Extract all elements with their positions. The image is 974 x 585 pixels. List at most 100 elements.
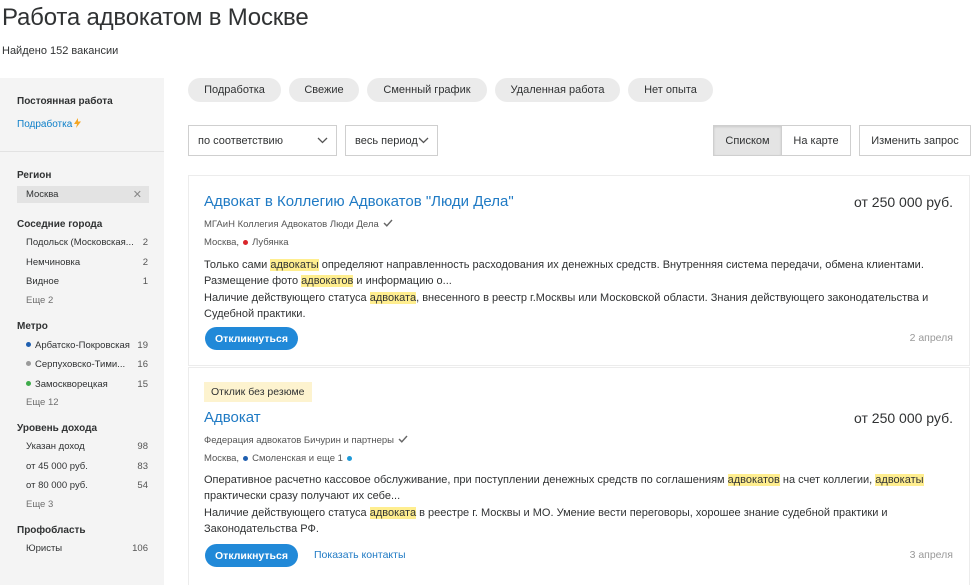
chip-no-experience[interactable]: Нет опыта [628,78,713,102]
nearby-item[interactable]: Видное 1 [17,272,148,292]
sidebar-filters: Постоянная работа Подработка Регион Моск… [0,78,164,585]
income-item-count: 83 [137,460,148,472]
view-map-button[interactable]: На карте [781,125,851,156]
desc-highlight: адвоката [369,291,417,304]
desc-text: Наличие действующего статуса [204,291,370,304]
employment-header: Постоянная работа [17,96,113,107]
desc-text: Размещение фото [204,275,302,288]
verified-check-icon [383,219,393,230]
parttime-link-label[interactable]: Подработка [17,119,72,130]
metro-line-dot [243,456,249,461]
employment-filter: Постоянная работа Подработка [0,78,164,151]
desc-text: Наличие действующего статуса [204,506,370,519]
change-query-button[interactable]: Изменить запрос [859,125,971,156]
metro-line-dot [26,361,31,367]
income-header: Уровень дохода [17,423,98,434]
vacancy-title-link[interactable]: Адвокат [204,409,261,426]
found-count: Найдено 152 вакансии [2,45,119,57]
show-contacts-link[interactable]: Показать контакты [314,549,406,561]
income-filter: Уровень дохода Указан доход 98 от 45 000 … [0,412,164,514]
vacancy-city: Москва, [204,237,240,248]
vacancy-metro-station: Лубянка [252,237,289,248]
income-item-label: от 45 000 руб. [26,460,88,472]
nearby-item-count: 2 [142,256,148,268]
metro-item-count: 19 [137,339,148,351]
metro-item[interactable]: Серпуховско-Тими... 16 [17,355,148,375]
vacancy-metro-station: Смоленская и еще 1 [252,453,343,464]
nearby-item[interactable]: Подольск (Московская... 2 [17,233,148,253]
metro-item[interactable]: Арбатско-Покровская 19 [17,336,148,356]
desc-text: Только сами [204,259,271,271]
chip-remote[interactable]: Удаленная работа [495,78,620,102]
desc-highlight: адвокатов [301,275,354,288]
nearby-item[interactable]: Немчиновка 2 [17,253,148,273]
income-item[interactable]: от 45 000 руб. 83 [17,457,148,477]
view-list-button[interactable]: Списком [713,125,782,156]
desc-text: в реестре г. Москвы и МО. Умение вести п… [416,506,888,519]
sort-select-value: по соответствию [198,134,283,147]
vacancy-title-link[interactable]: Адвокат в Коллегию Адвокатов "Люди Дела" [204,193,514,210]
respond-button[interactable]: Откликнуться [205,327,298,350]
parttime-link[interactable]: Подработка [17,115,148,133]
desc-highlight: адвокаты [875,474,924,486]
metro-line-dot [346,456,352,461]
vacancy-description: Только сами адвокаты определяют направле… [204,257,939,323]
income-item-label: от 80 000 руб. [26,480,88,492]
page-title: Работа адвокатом в Москве [2,4,309,31]
profarea-item-count: 106 [132,542,148,554]
vacancy-company-name[interactable]: Федерация адвокатов Бичурин и партнеры [204,435,394,446]
chip-shift-schedule[interactable]: Сменный график [367,78,487,102]
vacancy-salary: от 250 000 руб. [854,410,953,426]
metro-item[interactable]: Замоскворецкая 15 [17,375,148,395]
profarea-item-label: Юристы [26,542,63,554]
nearby-item-count: 2 [142,237,148,249]
desc-highlight: адвоката [369,506,417,519]
metro-header: Метро [17,320,48,332]
metro-item-label: Арбатско-Покровская [35,339,130,351]
nearby-filter: Соседние города Подольск (Московская... 2… [0,203,164,310]
vacancy-location: Москва, Лубянка [204,237,289,248]
vacancy-company-name[interactable]: МГАиН Коллегия Адвокатов Люди Дела [204,219,379,230]
chip-fresh[interactable]: Свежие [289,78,359,102]
metro-line-dot [243,240,249,245]
vacancy-city: Москва, [204,453,240,464]
nearby-item-count: 1 [142,276,148,288]
income-item[interactable]: от 80 000 руб. 54 [17,476,148,496]
nearby-item-label: Видное [26,276,59,288]
period-select[interactable]: весь период [345,125,438,156]
sort-select[interactable]: по соответствию [188,125,337,156]
metro-line-dot [26,341,31,347]
profarea-filter: Профобласть Юристы 106 [0,514,164,559]
desc-text: определяют направленность расходования и… [318,259,924,271]
verified-check-icon [398,435,408,446]
vacancy-date: 2 апреля [909,332,953,344]
desc-text: Законодательства РФ. [204,523,319,536]
desc-text: и информацию о... [353,275,452,288]
metro-item-count: 16 [137,359,148,371]
vacancy-salary: от 250 000 руб. [854,194,953,210]
close-icon[interactable]: ✕ [133,188,142,201]
region-chip[interactable]: Москва ✕ [17,186,149,203]
income-item[interactable]: Указан доход 98 [17,437,148,457]
chevron-down-icon [418,135,429,147]
metro-item-label: Серпуховско-Тими... [35,359,126,371]
chip-parttime[interactable]: Подработка [188,78,281,102]
nearby-header: Соседние города [17,219,103,230]
income-more-link[interactable]: Еще 3 [17,496,148,514]
metro-filter: Метро Арбатско-Покровская 19 Серпуховско-… [0,310,164,413]
vacancy-company[interactable]: Федерация адвокатов Бичурин и партнеры [204,435,408,446]
vacancy-card: Адвокат в Коллегию Адвокатов "Люди Дела"… [188,175,970,366]
income-item-count: 98 [137,441,148,453]
metro-item-count: 15 [137,378,148,390]
metro-line-dot [26,380,31,386]
desc-highlight: адвокаты [270,259,319,271]
profarea-item[interactable]: Юристы 106 [17,539,148,559]
region-chip-label: Москва [26,189,59,200]
lightning-icon [74,115,82,133]
vacancy-company[interactable]: МГАиН Коллегия Адвокатов Люди Дела [204,219,393,230]
vacancy-location: Москва, Смоленская и еще 1 [204,453,356,464]
respond-button[interactable]: Откликнуться [205,544,298,567]
vacancy-date: 3 апреля [909,549,953,561]
nearby-more-link[interactable]: Еще 2 [17,292,148,310]
metro-more-link[interactable]: Еще 12 [17,394,148,412]
